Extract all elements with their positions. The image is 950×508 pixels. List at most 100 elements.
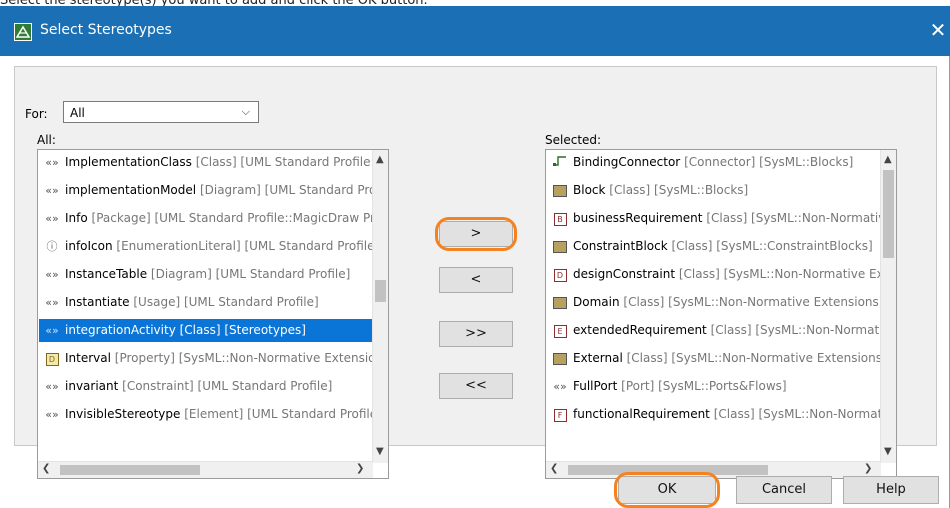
remove-all-button[interactable]: << bbox=[439, 373, 513, 399]
list-item[interactable]: «» InstanceTable [Diagram] [UML Standard … bbox=[39, 263, 373, 286]
item-meta: [Connector] [SysML::Blocks] bbox=[684, 155, 854, 169]
all-list-horizontal-scrollbar[interactable]: ❮ ❯ bbox=[38, 461, 373, 478]
list-item[interactable]: «» InvisibleStereotype [Element] [UML Sta… bbox=[39, 403, 373, 426]
item-meta: [Property] [SysML::Non-Normative Extensi… bbox=[114, 351, 373, 365]
item-name: functionalRequirement bbox=[573, 407, 710, 421]
item-meta: [Class] [SysML::Non-Normative Extensions… bbox=[710, 323, 881, 337]
info-icon: ⓘ bbox=[46, 240, 58, 253]
item-name: infoIcon bbox=[65, 239, 113, 253]
all-stereotypes-list[interactable]: «» InvisibleStereotype [Element] [UML Sta… bbox=[37, 149, 389, 479]
block-icon bbox=[551, 179, 569, 202]
item-meta: [Class] [SysML::Non-Normative Extensions… bbox=[678, 267, 881, 281]
item-meta: [Class] [SysML::Blocks] bbox=[609, 183, 749, 197]
list-item[interactable]: FfunctionalRequirement [Class] [SysML::N… bbox=[547, 403, 881, 426]
help-button[interactable]: Help bbox=[843, 476, 939, 504]
filter-combobox[interactable]: All ⌵ bbox=[63, 101, 259, 123]
block-icon bbox=[551, 347, 569, 370]
item-name: BindingConnector bbox=[573, 155, 681, 169]
list-item[interactable]: External [Class] [SysML::Non-Normative E… bbox=[547, 347, 881, 370]
item-name: InvisibleStereotype bbox=[65, 407, 181, 421]
scroll-down-icon[interactable]: ▼ bbox=[884, 446, 892, 457]
stereotype-icon: «» bbox=[553, 380, 567, 393]
block-icon bbox=[551, 235, 569, 258]
scroll-left-icon[interactable]: ❮ bbox=[550, 463, 558, 474]
item-name: Instantiate bbox=[65, 295, 130, 309]
ok-button[interactable]: OK bbox=[618, 476, 716, 504]
stereotype-icon: «» bbox=[45, 212, 59, 225]
all-list-vertical-scrollbar[interactable]: ▲ ▼ bbox=[372, 150, 388, 463]
item-meta: [Package] [UML Standard Profile::MagicDr… bbox=[91, 211, 373, 225]
item-name: External bbox=[573, 351, 623, 365]
item-meta: [Class] [Stereotypes] bbox=[179, 323, 306, 337]
title-bar: Select Stereotypes ✕ bbox=[0, 6, 950, 56]
select-stereotypes-dialog: Select Stereotypes ✕ For: All ⌵ All: «» I… bbox=[0, 6, 950, 508]
connector-icon bbox=[551, 151, 569, 174]
list-item[interactable]: ⓘ infoIcon [EnumerationLiteral] [UML Stan… bbox=[39, 235, 374, 258]
scroll-right-icon[interactable]: ❯ bbox=[356, 463, 364, 474]
list-item[interactable]: BbusinessRequirement [Class] [SysML::Non… bbox=[547, 207, 881, 230]
requirement-icon: B bbox=[551, 207, 569, 230]
list-item[interactable]: «» FullPort [Port] [SysML::Ports&Flows] bbox=[547, 375, 881, 398]
window-title: Select Stereotypes bbox=[40, 22, 172, 38]
scroll-thumb[interactable] bbox=[568, 465, 768, 475]
scroll-right-icon[interactable]: ❯ bbox=[864, 463, 872, 474]
item-name: designConstraint bbox=[573, 267, 676, 281]
item-meta: [Port] [SysML::Ports&Flows] bbox=[621, 379, 787, 393]
list-item[interactable]: BindingConnector [Connector] [SysML::Blo… bbox=[547, 151, 881, 174]
stereotype-icon: «» bbox=[45, 268, 59, 281]
stereotype-icon: «» bbox=[45, 324, 59, 337]
cancel-button[interactable]: Cancel bbox=[736, 476, 832, 504]
item-name: Interval bbox=[65, 351, 111, 365]
item-meta: [Diagram] [UML Standard Profile] bbox=[150, 267, 351, 281]
item-name: ImplementationClass bbox=[65, 155, 192, 169]
item-name: businessRequirement bbox=[573, 211, 703, 225]
item-name: Domain bbox=[573, 295, 620, 309]
add-all-button[interactable]: >> bbox=[439, 321, 513, 347]
list-item[interactable]: «» invariant [Constraint] [UML Standard P… bbox=[39, 375, 373, 398]
item-name: integrationActivity bbox=[65, 323, 176, 337]
item-name: extendedRequirement bbox=[573, 323, 707, 337]
item-name: ConstraintBlock bbox=[573, 239, 668, 253]
item-meta: [Usage] [UML Standard Profile] bbox=[133, 295, 319, 309]
filter-value: All bbox=[70, 106, 85, 120]
item-name: FullPort bbox=[573, 379, 618, 393]
add-button[interactable]: > bbox=[439, 221, 513, 247]
item-name: Block bbox=[573, 183, 606, 197]
list-item[interactable]: D Interval [Property] [SysML::Non-Normati… bbox=[39, 347, 373, 370]
item-name: Info bbox=[65, 211, 88, 225]
list-item[interactable]: Domain [Class] [SysML::Non-Normative Ext… bbox=[547, 291, 881, 314]
item-name: InstanceTable bbox=[65, 267, 148, 281]
stereotype-icon: «» bbox=[45, 380, 59, 393]
scroll-down-icon[interactable]: ▼ bbox=[376, 446, 384, 457]
scroll-up-icon[interactable]: ▲ bbox=[376, 154, 384, 165]
content-panel: For: All ⌵ All: «» InvisibleStereotype [E… bbox=[14, 66, 937, 479]
scroll-up-icon[interactable]: ▲ bbox=[884, 154, 892, 165]
scroll-thumb[interactable] bbox=[60, 465, 200, 475]
selected-stereotypes-list[interactable]: FfunctionalRequirement [Class] [SysML::N… bbox=[545, 149, 897, 479]
list-item[interactable]: «» implementationModel [Diagram] [UML Sta… bbox=[39, 179, 373, 202]
list-item[interactable]: «» Info [Package] [UML Standard Profile::… bbox=[39, 207, 373, 230]
remove-button[interactable]: < bbox=[439, 267, 513, 293]
scroll-thumb[interactable] bbox=[375, 280, 386, 302]
list-item[interactable]: Block [Class] [SysML::Blocks] bbox=[547, 179, 881, 202]
requirement-icon: D bbox=[551, 263, 569, 286]
item-meta: [Class] [SysML::ConstraintBlocks] bbox=[671, 239, 873, 253]
close-icon[interactable]: ✕ bbox=[926, 18, 950, 42]
stereotype-icon: «» bbox=[45, 408, 59, 421]
scroll-left-icon[interactable]: ❮ bbox=[42, 463, 50, 474]
list-item[interactable]: EextendedRequirement [Class] [SysML::Non… bbox=[547, 319, 881, 342]
selected-list-label: Selected: bbox=[545, 133, 602, 147]
list-item[interactable]: «» ImplementationClass [Class] [UML Stand… bbox=[39, 151, 373, 174]
requirement-icon: F bbox=[551, 403, 569, 426]
list-item[interactable]: «» Instantiate [Usage] [UML Standard Prof… bbox=[39, 291, 373, 314]
list-item[interactable]: «» integrationActivity [Class] [Stereotyp… bbox=[39, 319, 373, 342]
item-meta: [Class] [SysML::Non-Normative Extensions… bbox=[623, 295, 881, 309]
item-meta: [Class] [SysML::Non-Normative Extensions… bbox=[706, 211, 881, 225]
scroll-thumb[interactable] bbox=[883, 170, 894, 258]
app-icon bbox=[14, 23, 32, 41]
list-item[interactable]: DdesignConstraint [Class] [SysML::Non-No… bbox=[547, 263, 881, 286]
list-item[interactable]: ConstraintBlock [Class] [SysML::Constrai… bbox=[547, 235, 881, 258]
stereotype-icon: «» bbox=[45, 296, 59, 309]
selected-list-vertical-scrollbar[interactable]: ▲ ▼ bbox=[880, 150, 896, 463]
item-meta: [Class] [SysML::Non-Normative Extensions… bbox=[626, 351, 881, 365]
